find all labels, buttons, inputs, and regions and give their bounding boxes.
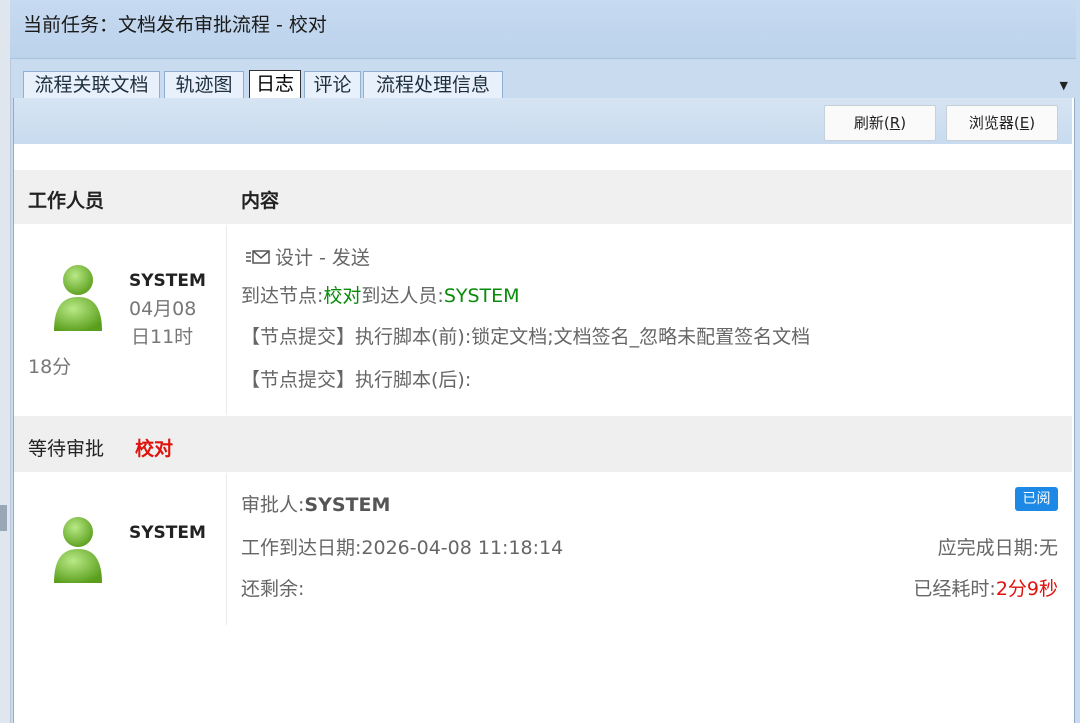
due-date: 应完成日期:无 — [937, 537, 1058, 559]
tab-log[interactable]: 日志 — [249, 70, 301, 99]
chevron-down-icon[interactable]: ▼ — [1060, 79, 1068, 92]
row-divider — [226, 225, 227, 415]
splitter-handle[interactable] — [0, 505, 7, 531]
log-time-3: 18分 — [28, 356, 72, 378]
elapsed-time: 已经耗时:2分9秒 — [913, 578, 1058, 600]
log-entry-row: SYSTEM 04月08 日11时 18分 设计 - 发送 到达节点:校对到达人… — [14, 225, 1072, 415]
browser-button[interactable]: 浏览器(E) — [946, 105, 1058, 141]
arrive-date: 工作到达日期:2026-04-08 11:18:14 — [241, 537, 564, 559]
log-script-after: 【节点提交】执行脚本(后): — [241, 369, 472, 391]
toolbar: 刷新(R) 浏览器(E) — [14, 98, 1072, 144]
log-action-text: 设计 - 发送 — [275, 247, 370, 269]
approval-row: SYSTEM 审批人:SYSTEM 已阅 工作到达日期:2026-04-08 1… — [14, 473, 1072, 625]
pending-node: 校对 — [135, 438, 174, 460]
approval-user-name: SYSTEM — [129, 523, 206, 543]
send-mail-icon — [246, 250, 270, 264]
log-user-name: SYSTEM — [129, 271, 206, 291]
log-panel: 刷新(R) 浏览器(E) 工作人员 内容 SYSTEM 04月08 日11时 1… — [13, 98, 1075, 723]
tab-strip: 流程关联文档 轨迹图 日志 评论 流程处理信息 ▼ — [10, 66, 1074, 99]
user-avatar-icon — [54, 265, 102, 331]
log-script-before: 【节点提交】执行脚本(前):锁定文档;文档签名_忽略未配置签名文档 — [241, 326, 811, 348]
read-status-badge: 已阅 — [1015, 487, 1058, 511]
column-header: 工作人员 内容 — [14, 170, 1072, 224]
task-title: 当前任务：文档发布审批流程 - 校对 — [23, 14, 327, 36]
tab-process-info[interactable]: 流程处理信息 — [363, 71, 503, 98]
task-header: 当前任务：文档发布审批流程 - 校对 — [10, 0, 1076, 59]
refresh-button[interactable]: 刷新(R) — [824, 105, 936, 141]
left-frame-strip — [0, 0, 11, 723]
pending-label: 等待审批 — [28, 438, 105, 460]
tab-track-diagram[interactable]: 轨迹图 — [164, 71, 244, 98]
user-avatar-icon — [54, 517, 102, 583]
log-action-line: 设计 - 发送 — [245, 243, 370, 270]
row-divider — [226, 473, 227, 625]
pending-approval-bar: 等待审批 校对 — [14, 416, 1072, 472]
log-time-1: 04月08 — [129, 298, 197, 320]
column-content: 内容 — [241, 190, 280, 212]
remaining-time: 还剩余: — [241, 578, 305, 600]
approver-line: 审批人:SYSTEM — [241, 494, 391, 516]
tab-related-docs[interactable]: 流程关联文档 — [23, 71, 160, 98]
tab-comment[interactable]: 评论 — [304, 71, 361, 98]
log-time-2: 日11时 — [131, 326, 194, 348]
log-arrive-line: 到达节点:校对到达人员:SYSTEM — [241, 285, 520, 307]
column-worker: 工作人员 — [28, 190, 105, 212]
